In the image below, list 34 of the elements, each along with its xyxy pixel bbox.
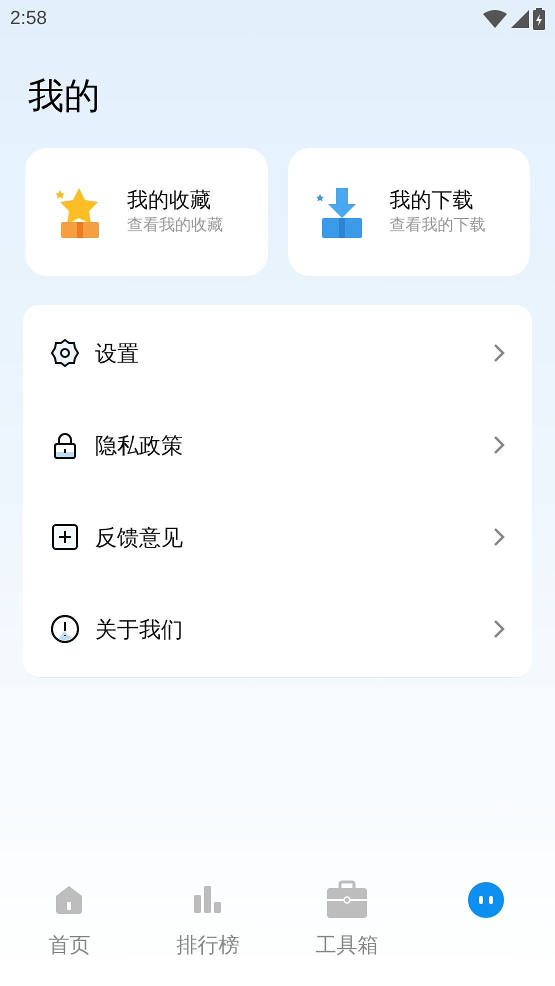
- menu-label: 设置: [95, 340, 140, 368]
- chevron-right-icon: [492, 526, 506, 548]
- menu-item[interactable]: 反馈意见: [23, 491, 532, 583]
- plus-square-icon: [49, 521, 81, 553]
- shortcut-card[interactable]: 我的收藏 查看我的收藏: [25, 148, 268, 276]
- battery-icon: [533, 8, 545, 30]
- nav-tab[interactable]: 工具箱: [278, 872, 416, 972]
- chevron-right-icon: [492, 618, 506, 640]
- toolbox-icon: [324, 880, 369, 920]
- card-subtitle: 查看我的下载: [390, 216, 486, 236]
- info-icon: [49, 613, 81, 645]
- menu-label: 关于我们: [95, 616, 184, 644]
- tab-label: 工具箱: [315, 933, 378, 959]
- settings-icon: [49, 337, 81, 369]
- face-icon: [468, 882, 504, 918]
- menu-item[interactable]: 关于我们: [23, 583, 532, 675]
- menu-item[interactable]: 设置: [23, 307, 532, 399]
- menu-label: 反馈意见: [95, 524, 184, 552]
- tab-label: 排行榜: [176, 933, 240, 959]
- chevron-right-icon: [492, 434, 506, 456]
- signal-icon: [511, 10, 529, 28]
- menu-item[interactable]: 隐私政策: [23, 399, 532, 491]
- card-title: 我的收藏: [127, 188, 212, 214]
- tab-label: 首页: [48, 933, 90, 959]
- shortcut-card[interactable]: 我的下载 查看我的下载: [288, 148, 530, 276]
- wifi-icon: [483, 10, 507, 28]
- page-title: 我的: [28, 74, 101, 118]
- menu-label: 隐私政策: [95, 432, 184, 460]
- nav-tab[interactable]: 首页: [0, 872, 139, 972]
- nav-tab[interactable]: 排行榜: [138, 872, 278, 972]
- chevron-right-icon: [492, 342, 506, 364]
- card-subtitle: 查看我的收藏: [127, 216, 223, 236]
- status-time: 2:58: [10, 6, 47, 31]
- card-title: 我的下载: [390, 188, 474, 214]
